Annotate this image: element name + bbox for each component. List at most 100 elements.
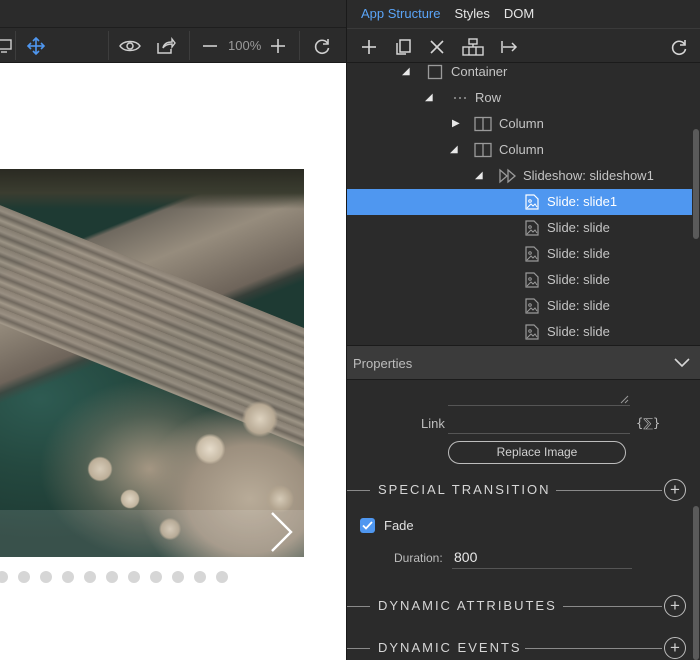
desktop-icon[interactable] <box>0 28 14 63</box>
chevron-down-icon[interactable] <box>673 354 691 375</box>
expanded-arrow-icon[interactable]: ◢ <box>402 66 414 78</box>
tree-item-slide[interactable]: Slide: slide <box>347 319 693 345</box>
duration-label: Duration: <box>394 551 443 565</box>
slide-image-icon <box>524 272 540 288</box>
tree-item-container[interactable]: ◢ Container <box>347 63 693 85</box>
pager-dot[interactable] <box>106 571 118 583</box>
properties-body: Link {⅀} Replace Image SPECIAL TRANSITIO… <box>347 380 693 660</box>
duration-input[interactable]: 800 <box>454 549 477 565</box>
add-icon[interactable]: + <box>664 595 686 617</box>
move-out-icon[interactable] <box>494 29 524 64</box>
tree-item-slide[interactable]: Slide: slide <box>347 293 693 319</box>
properties-header[interactable]: Properties <box>347 345 700 380</box>
fade-label: Fade <box>384 518 414 533</box>
section-divider <box>525 648 662 649</box>
expanded-arrow-icon[interactable]: ◢ <box>450 144 462 156</box>
tab-styles[interactable]: Styles <box>448 0 497 28</box>
section-title: DYNAMIC EVENTS <box>378 640 522 655</box>
pager-dot[interactable] <box>216 571 228 583</box>
link-label: Link <box>421 416 445 431</box>
properties-scrollbar-thumb[interactable] <box>693 506 699 660</box>
pager-dot[interactable] <box>194 571 206 583</box>
collapsed-arrow-icon[interactable]: ▶ <box>452 118 464 130</box>
link-input-underline <box>448 433 630 434</box>
canvas-top-strip <box>0 0 346 28</box>
pager-dot[interactable] <box>0 571 8 583</box>
panel-tabs: App Structure Styles DOM <box>347 0 700 28</box>
tree-item-label: Slide: slide <box>547 324 610 339</box>
replace-image-button[interactable]: Replace Image <box>448 441 626 464</box>
share-icon[interactable] <box>153 28 179 63</box>
pager-dot[interactable] <box>40 571 52 583</box>
tree-scrollbar-thumb[interactable] <box>693 129 699 239</box>
tree-item-label: Slide: slide <box>547 298 610 313</box>
column-icon <box>474 142 492 158</box>
section-divider <box>347 648 370 649</box>
duration-input-underline <box>452 568 632 569</box>
tree-item-label: Column <box>499 142 544 157</box>
canvas-toolbar: 100% <box>0 28 346 63</box>
tree-item-column[interactable]: ◢ Column <box>347 137 693 163</box>
link-input[interactable] <box>448 416 630 433</box>
tree-item-label: Slide: slide <box>547 246 610 261</box>
tree-item-label: Slideshow: slideshow1 <box>523 168 654 183</box>
right-panel: App Structure Styles DOM ◢ Container ◢ R… <box>346 0 700 660</box>
expanded-arrow-icon[interactable]: ◢ <box>475 170 487 182</box>
tree-item-label: Row <box>475 90 502 105</box>
zoom-in-icon[interactable] <box>267 28 289 63</box>
tree-item-slide[interactable]: Slide: slide <box>347 267 693 293</box>
row-icon <box>452 90 468 106</box>
tree-item-slideshow[interactable]: ◢ Slideshow: slideshow1 <box>347 163 693 189</box>
toolbar-divider <box>108 31 109 60</box>
pager-dot[interactable] <box>172 571 184 583</box>
zoom-out-icon[interactable] <box>199 28 221 63</box>
tree-item-slide[interactable]: Slide: slide <box>347 215 693 241</box>
tab-app-structure[interactable]: App Structure <box>354 0 448 28</box>
refresh-icon[interactable] <box>664 29 694 64</box>
tree-item-slide[interactable]: Slide: slide <box>347 241 693 267</box>
tree-item-column[interactable]: ▶ Column <box>347 111 693 137</box>
pager-dot[interactable] <box>62 571 74 583</box>
pager-dot[interactable] <box>18 571 30 583</box>
resize-grip-icon[interactable] <box>620 395 629 404</box>
move-icon[interactable] <box>24 28 48 63</box>
expanded-arrow-icon[interactable]: ◢ <box>425 92 437 104</box>
section-divider <box>347 490 370 491</box>
app-root: 100% App Structure Styles DOM ◢ Containe… <box>0 0 700 660</box>
slide-image[interactable] <box>0 169 304 557</box>
tree-item-row[interactable]: ◢ Row <box>347 85 693 111</box>
prev-field-underline <box>448 405 630 406</box>
refresh-icon[interactable] <box>309 28 335 63</box>
tree-item-label: Column <box>499 116 544 131</box>
design-canvas[interactable]: 100% <box>0 0 346 660</box>
preview-eye-icon[interactable] <box>117 28 143 63</box>
tree-item-slide-selected[interactable]: Slide: slide1 <box>347 189 693 215</box>
pager-dot[interactable] <box>128 571 140 583</box>
pager-dot[interactable] <box>84 571 96 583</box>
delete-icon[interactable] <box>422 29 452 64</box>
toolbar-divider <box>15 31 16 60</box>
slide-image-icon <box>524 298 540 314</box>
section-dynamic-events[interactable]: DYNAMIC EVENTS + <box>347 637 693 659</box>
fade-checkbox[interactable] <box>360 518 375 533</box>
properties-scrollbar[interactable] <box>692 380 700 660</box>
tree-scrollbar[interactable] <box>692 63 700 345</box>
dynamic-data-button[interactable]: {⅀} <box>636 416 660 430</box>
duplicate-icon[interactable] <box>388 29 418 64</box>
app-structure-tree: ◢ Container ◢ Row ▶ Column ◢ Column ◢ Sl… <box>347 63 693 345</box>
tree-item-label: Slide: slide1 <box>547 194 618 209</box>
section-special-transition[interactable]: SPECIAL TRANSITION + <box>347 479 693 501</box>
section-divider <box>347 606 370 607</box>
tree-item-label: Slide: slide <box>547 220 610 235</box>
section-divider <box>563 606 662 607</box>
section-dynamic-attributes[interactable]: DYNAMIC ATTRIBUTES + <box>347 595 693 617</box>
tab-dom[interactable]: DOM <box>497 0 541 28</box>
add-icon[interactable]: + <box>664 479 686 501</box>
wrap-icon[interactable] <box>458 29 488 64</box>
tree-item-label: Slide: slide <box>547 272 610 287</box>
slide-next-arrow[interactable] <box>266 507 296 557</box>
add-icon[interactable]: + <box>664 637 686 659</box>
slide-caption-band <box>0 510 304 557</box>
add-icon[interactable] <box>354 29 384 64</box>
pager-dot[interactable] <box>150 571 162 583</box>
